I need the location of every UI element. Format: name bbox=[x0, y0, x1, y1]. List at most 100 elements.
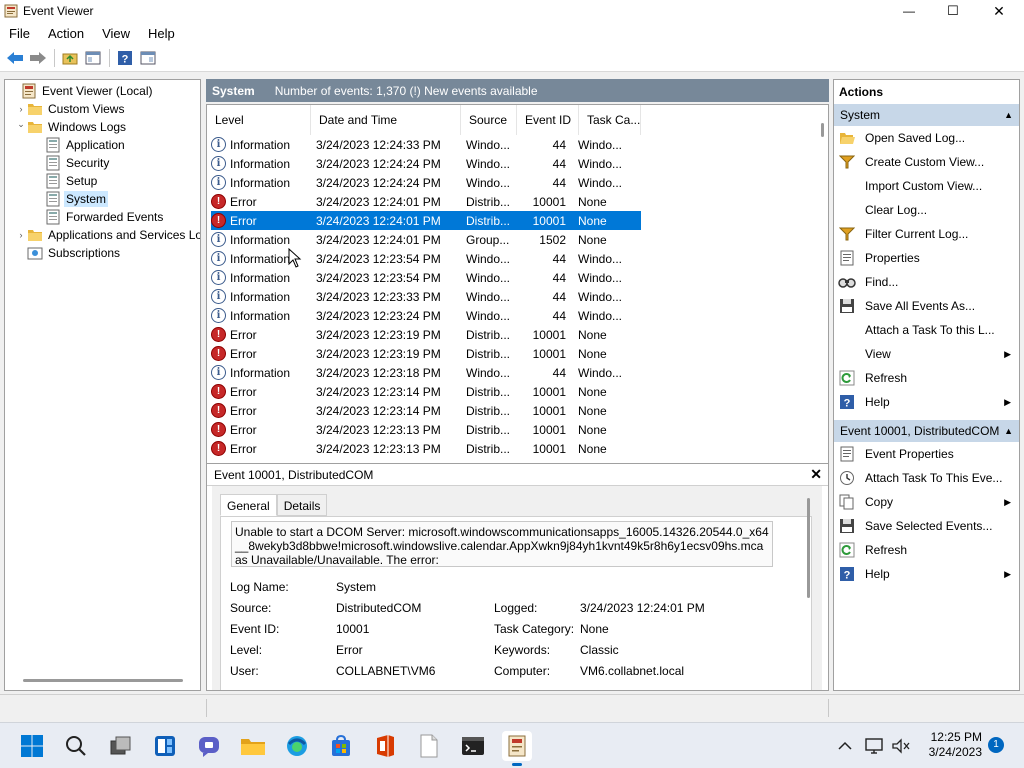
show-hide-action-pane-button[interactable] bbox=[137, 47, 159, 69]
edge-button[interactable] bbox=[282, 731, 312, 761]
detail-close-icon[interactable]: ✕ bbox=[810, 466, 822, 483]
back-button[interactable] bbox=[4, 47, 26, 69]
collapsed-chevron-icon[interactable]: › bbox=[15, 230, 27, 240]
tree-node[interactable]: System bbox=[33, 190, 109, 208]
event-row[interactable]: i Information 3/24/2023 12:23:33 PM Windo..… bbox=[211, 287, 641, 306]
event-row[interactable]: ! Error 3/24/2023 12:23:14 PM Distrib... 100… bbox=[211, 382, 641, 401]
tree-node[interactable]: Forwarded Events bbox=[33, 208, 165, 226]
event-row[interactable]: i Information 3/24/2023 12:23:54 PM Windo..… bbox=[211, 268, 641, 287]
column-date-and-time[interactable]: Date and Time bbox=[311, 105, 461, 135]
action-import-custom-view[interactable]: Import Custom View... bbox=[834, 174, 1019, 198]
action-save-selected-events[interactable]: Save Selected Events... bbox=[834, 514, 1019, 538]
action-help[interactable]: ? Help ▶ bbox=[834, 390, 1019, 414]
tree-node[interactable]: Security bbox=[33, 154, 111, 172]
volume-button[interactable] bbox=[888, 731, 914, 761]
action-create-custom-view[interactable]: Create Custom View... bbox=[834, 150, 1019, 174]
detail-scrollbar[interactable] bbox=[807, 498, 810, 598]
menu-file[interactable]: File bbox=[0, 26, 39, 41]
up-folder-icon bbox=[62, 53, 78, 64]
event-row[interactable]: ! Error 3/24/2023 12:23:19 PM Distrib... 100… bbox=[211, 344, 641, 363]
event-row[interactable]: i Information 3/24/2023 12:23:24 PM Windo..… bbox=[211, 306, 641, 325]
tree-scrollbar[interactable] bbox=[23, 679, 183, 682]
terminal-button[interactable] bbox=[458, 731, 488, 761]
tree-node[interactable]: › Custom Views bbox=[15, 100, 126, 118]
action-help[interactable]: ? Help ▶ bbox=[834, 562, 1019, 586]
action-event-properties[interactable]: Event Properties bbox=[834, 442, 1019, 466]
action-refresh[interactable]: Refresh bbox=[834, 538, 1019, 562]
column-task-category[interactable]: Task Ca... bbox=[579, 105, 641, 135]
help-button[interactable]: ? bbox=[114, 47, 136, 69]
tree-node[interactable]: ⌄ Windows Logs bbox=[15, 118, 128, 136]
close-button[interactable]: ✕ bbox=[976, 0, 1022, 22]
expanded-chevron-icon[interactable]: ⌄ bbox=[15, 119, 27, 130]
collapsed-chevron-icon[interactable]: › bbox=[15, 104, 27, 114]
action-attach-task-to-this-eve[interactable]: Attach Task To This Eve... bbox=[834, 466, 1019, 490]
notification-badge[interactable]: 1 bbox=[988, 737, 1004, 753]
actions-section-event[interactable]: Event 10001, DistributedCOM ▲ bbox=[834, 420, 1019, 442]
maximize-button[interactable]: ☐ bbox=[930, 0, 976, 22]
event-row[interactable]: i Information 3/24/2023 12:24:01 PM Group..… bbox=[211, 230, 641, 249]
event-row[interactable]: ! Error 3/24/2023 12:23:13 PM Distrib... 100… bbox=[211, 439, 641, 458]
event-message[interactable]: Unable to start a DCOM Server: microsoft… bbox=[231, 521, 773, 567]
file-explorer-button[interactable] bbox=[238, 731, 268, 761]
tree-node[interactable]: Subscriptions bbox=[15, 244, 122, 262]
tab-details[interactable]: Details bbox=[276, 494, 328, 516]
event-row[interactable]: i Information 3/24/2023 12:23:54 PM Windo..… bbox=[211, 249, 641, 268]
information-icon: i bbox=[211, 308, 226, 323]
event-list-scrollbar[interactable] bbox=[821, 123, 824, 137]
event-row[interactable]: ! Error 3/24/2023 12:24:01 PM Distrib... 100… bbox=[211, 192, 641, 211]
menu-help[interactable]: Help bbox=[139, 26, 184, 41]
action-open-saved-log[interactable]: Open Saved Log... bbox=[834, 126, 1019, 150]
level-cell: i Information bbox=[211, 232, 312, 247]
clock[interactable]: 12:25 PM 3/24/2023 bbox=[929, 730, 982, 760]
event-row[interactable]: i Information 3/24/2023 12:23:18 PM Windo..… bbox=[211, 363, 641, 382]
action-view[interactable]: View ▶ bbox=[834, 342, 1019, 366]
teams-chat-button[interactable] bbox=[194, 731, 224, 761]
minimize-button[interactable]: — bbox=[886, 0, 932, 22]
event-viewer-taskbar-button[interactable] bbox=[502, 731, 532, 766]
event-row[interactable]: i Information 3/24/2023 12:24:24 PM Windo..… bbox=[211, 154, 641, 173]
collapse-up-icon[interactable]: ▲ bbox=[1004, 420, 1013, 442]
tab-general[interactable]: General bbox=[220, 494, 277, 516]
action-find[interactable]: Find... bbox=[834, 270, 1019, 294]
tree-node[interactable]: Setup bbox=[33, 172, 99, 190]
system-actions: Open Saved Log... Create Custom View... Im… bbox=[834, 126, 1019, 414]
column-source[interactable]: Source bbox=[461, 105, 517, 135]
action-clear-log[interactable]: Clear Log... bbox=[834, 198, 1019, 222]
search-button[interactable] bbox=[61, 731, 91, 761]
forward-button[interactable] bbox=[27, 47, 49, 69]
event-row[interactable]: i Information 3/24/2023 12:24:24 PM Windo..… bbox=[211, 173, 641, 192]
folder-icon bbox=[241, 739, 265, 755]
show-hide-tree-button[interactable] bbox=[82, 47, 104, 69]
network-button[interactable] bbox=[862, 731, 888, 761]
tree-node[interactable]: › Applications and Services Lo bbox=[15, 226, 201, 244]
show-hidden-icons-button[interactable] bbox=[834, 731, 856, 761]
action-refresh[interactable]: Refresh bbox=[834, 366, 1019, 390]
column-level[interactable]: Level bbox=[207, 105, 311, 135]
tree-node[interactable]: Application bbox=[33, 136, 127, 154]
event-row[interactable]: ! Error 3/24/2023 12:23:13 PM Distrib... 100… bbox=[211, 420, 641, 439]
action-filter-current-log[interactable]: Filter Current Log... bbox=[834, 222, 1019, 246]
menu-action[interactable]: Action bbox=[39, 26, 93, 41]
task-view-button[interactable] bbox=[106, 731, 136, 761]
up-folder-button[interactable] bbox=[59, 47, 81, 69]
tree-node[interactable]: Event Viewer (Local) bbox=[9, 82, 155, 100]
action-save-all-events-as[interactable]: Save All Events As... bbox=[834, 294, 1019, 318]
level-cell: ! Error bbox=[211, 422, 312, 437]
action-copy[interactable]: Copy ▶ bbox=[834, 490, 1019, 514]
collapse-up-icon[interactable]: ▲ bbox=[1004, 104, 1013, 126]
column-event-id[interactable]: Event ID bbox=[517, 105, 579, 135]
event-row[interactable]: ! Error 3/24/2023 12:23:19 PM Distrib... 100… bbox=[211, 325, 641, 344]
menu-view[interactable]: View bbox=[93, 26, 139, 41]
event-row[interactable]: i Information 3/24/2023 12:24:33 PM Windo..… bbox=[211, 135, 641, 154]
action-properties[interactable]: Properties bbox=[834, 246, 1019, 270]
actions-section-system[interactable]: System ▲ bbox=[834, 104, 1019, 126]
store-button[interactable] bbox=[326, 731, 356, 761]
event-row[interactable]: ! Error 3/24/2023 12:24:01 PM Distrib... 100… bbox=[211, 211, 641, 230]
notepad-button[interactable] bbox=[414, 731, 444, 761]
widgets-button[interactable] bbox=[150, 731, 180, 761]
office-button[interactable] bbox=[370, 731, 400, 761]
start-button[interactable] bbox=[17, 731, 47, 761]
action-attach-a-task-to-this-l[interactable]: Attach a Task To this L... bbox=[834, 318, 1019, 342]
event-row[interactable]: ! Error 3/24/2023 12:23:14 PM Distrib... 100… bbox=[211, 401, 641, 420]
